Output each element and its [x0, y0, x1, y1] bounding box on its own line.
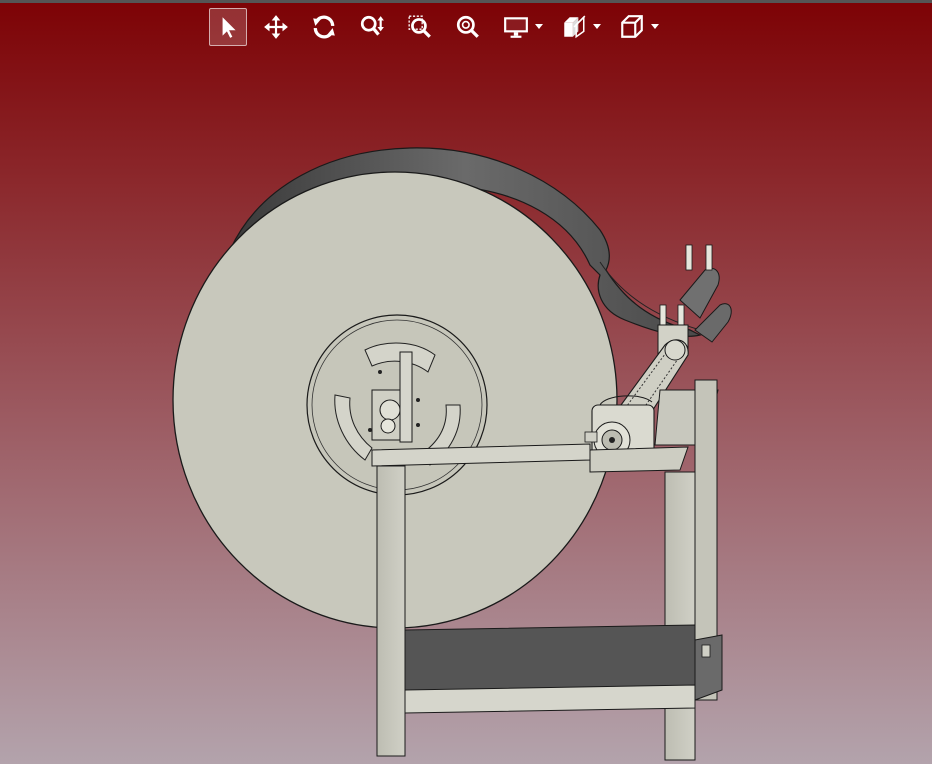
view-toolbar: [209, 7, 671, 47]
section-view-dropdown[interactable]: [593, 8, 601, 46]
zoom-window-icon: [408, 15, 431, 38]
guide-rollers: [657, 244, 732, 356]
cad-model[interactable]: [0, 0, 932, 764]
pan-tool-button[interactable]: [257, 8, 295, 46]
zoom-fit-tool-button[interactable]: [449, 8, 487, 46]
monitor-icon: [504, 17, 528, 38]
cube-icon: [621, 15, 643, 38]
zoom-window-tool-button[interactable]: [401, 8, 439, 46]
rotate-icon: [313, 15, 335, 39]
move-arrows-icon: [264, 15, 288, 39]
view-orientation-dropdown[interactable]: [651, 8, 659, 46]
zoom-tool-button[interactable]: [353, 8, 391, 46]
chevron-down-icon: [651, 24, 659, 29]
section-view-button[interactable]: [555, 8, 593, 46]
cursor-icon: [222, 17, 236, 38]
3d-viewport[interactable]: [0, 0, 932, 764]
rotate-tool-button[interactable]: [305, 8, 343, 46]
select-tool-button[interactable]: [209, 8, 247, 46]
section-cube-icon: [564, 15, 586, 39]
view-orientation-button[interactable]: [613, 8, 651, 46]
zoom-updown-icon: [360, 15, 384, 36]
zoom-fit-icon: [456, 15, 479, 38]
display-mode-dropdown[interactable]: [535, 8, 543, 46]
chevron-down-icon: [593, 24, 601, 29]
chevron-down-icon: [535, 24, 543, 29]
display-mode-button[interactable]: [497, 8, 535, 46]
